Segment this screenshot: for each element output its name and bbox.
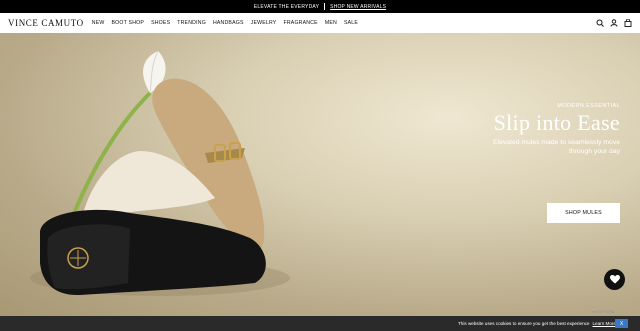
nav-item-shoes[interactable]: SHOES (151, 20, 170, 26)
nav-item-handbags[interactable]: HANDBAGS (213, 20, 244, 26)
promo-divider (324, 3, 326, 10)
search-icon[interactable] (596, 19, 604, 27)
brand-logo[interactable]: VINCE CAMUTO (8, 18, 84, 28)
cookie-text: This website uses cookies to ensure you … (457, 321, 590, 326)
nav-item-new[interactable]: NEW (92, 20, 105, 26)
bag-icon[interactable] (624, 19, 632, 27)
shop-new-arrivals-link[interactable]: SHOP NEW ARRIVALS (330, 4, 386, 10)
hero-banner[interactable] (0, 33, 640, 316)
heart-icon (609, 275, 620, 284)
main-nav: NEW BOOT SHOP SHOES TRENDING HANDBAGS JE… (92, 20, 358, 26)
hero-headline: Slip into Ease (493, 110, 620, 135)
nav-item-sale[interactable]: SALE (344, 20, 358, 26)
cookie-close-button[interactable]: X (615, 319, 628, 328)
nav-item-trending[interactable]: TRENDING (177, 20, 206, 26)
cookie-banner: This website uses cookies to ensure you … (0, 316, 640, 331)
site-header: VINCE CAMUTO NEW BOOT SHOP SHOES TRENDIN… (0, 13, 640, 33)
nav-item-boot-shop[interactable]: BOOT SHOP (112, 20, 145, 26)
hero-subcopy: Elevated mules made to seamlessly move t… (493, 139, 620, 155)
promo-text: ELEVATE THE EVERYDAY (253, 3, 320, 10)
account-icon[interactable] (610, 19, 618, 27)
hero-eyebrow: MODERN ESSENTIAL (557, 103, 620, 109)
nav-item-men[interactable]: MEN (325, 20, 337, 26)
learn-more-link[interactable]: Learn More (593, 321, 617, 326)
header-icons (596, 19, 632, 27)
recaptcha-badge: reCAPTCHA (592, 309, 615, 314)
wishlist-button[interactable] (604, 269, 625, 290)
hero-copy: MODERN ESSENTIAL Slip into Ease Elevated… (480, 103, 620, 157)
shop-mules-button[interactable]: SHOP MULES (547, 203, 620, 223)
nav-item-jewelry[interactable]: JEWELRY (251, 20, 277, 26)
hero-mules-image (30, 50, 290, 296)
promo-bar: ELEVATE THE EVERYDAY SHOP NEW ARRIVALS (0, 0, 640, 13)
nav-item-fragrance[interactable]: FRAGRANCE (283, 20, 317, 26)
